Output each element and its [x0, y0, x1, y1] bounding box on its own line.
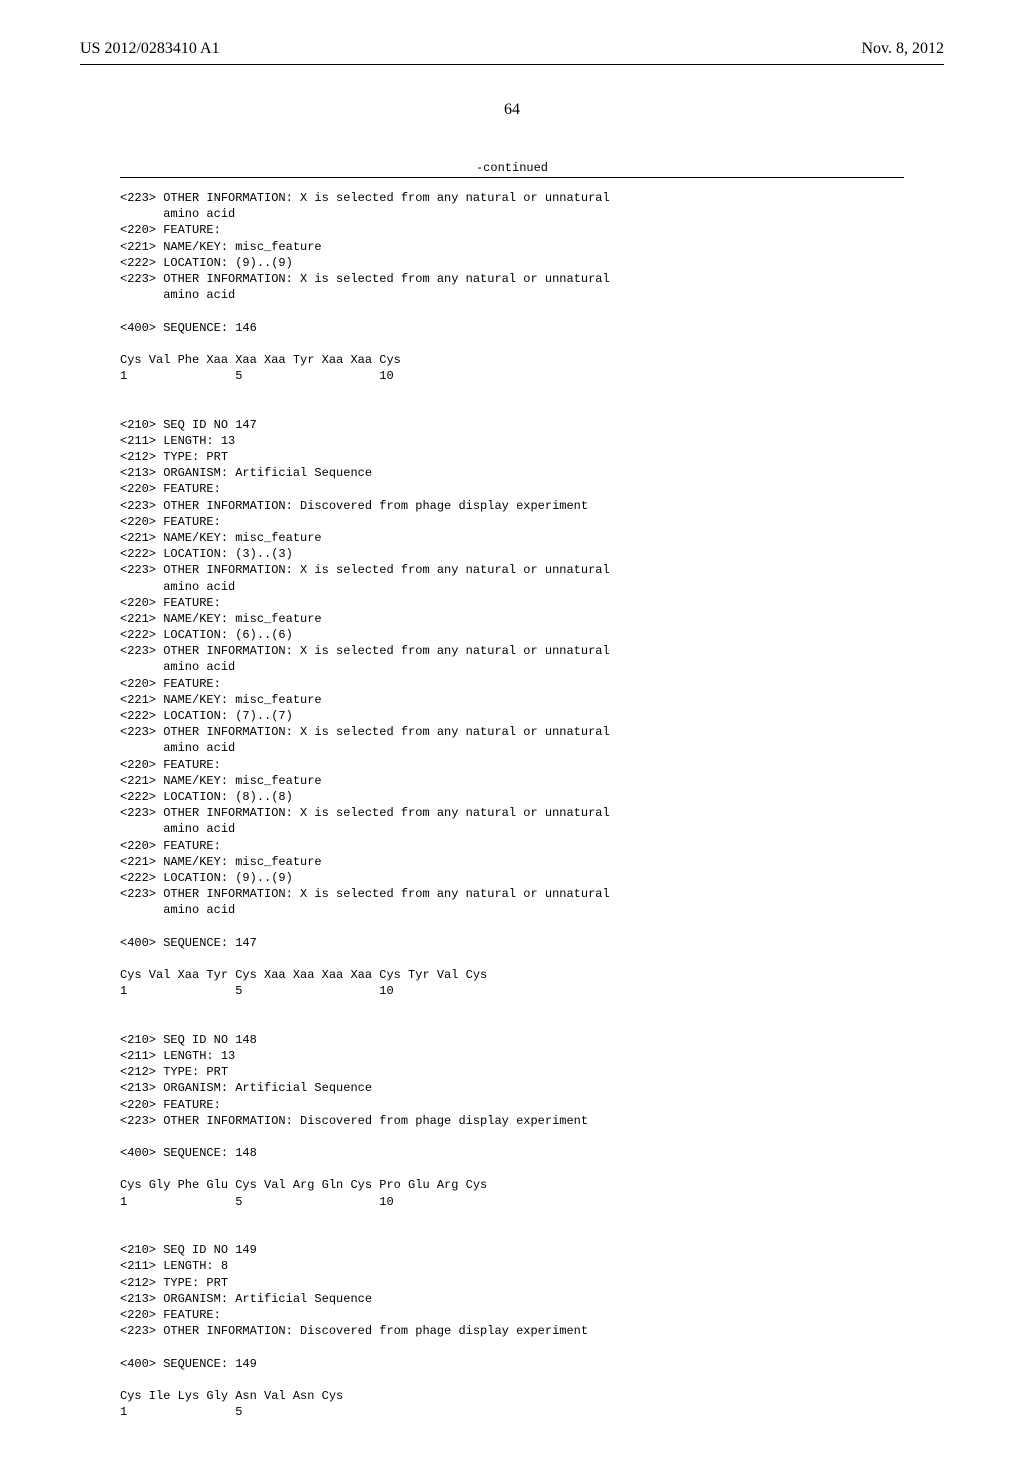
header-rule	[80, 64, 944, 65]
page-header: US 2012/0283410 A1 Nov. 8, 2012	[80, 40, 944, 58]
sequence-listing-body: <223> OTHER INFORMATION: X is selected f…	[120, 190, 944, 1420]
publication-date: Nov. 8, 2012	[861, 40, 944, 58]
page-number: 64	[80, 101, 944, 119]
publication-number: US 2012/0283410 A1	[80, 40, 220, 58]
section-rule-top	[120, 177, 904, 178]
continued-label: -continued	[80, 161, 944, 175]
patent-page: US 2012/0283410 A1 Nov. 8, 2012 64 -cont…	[0, 0, 1024, 1472]
